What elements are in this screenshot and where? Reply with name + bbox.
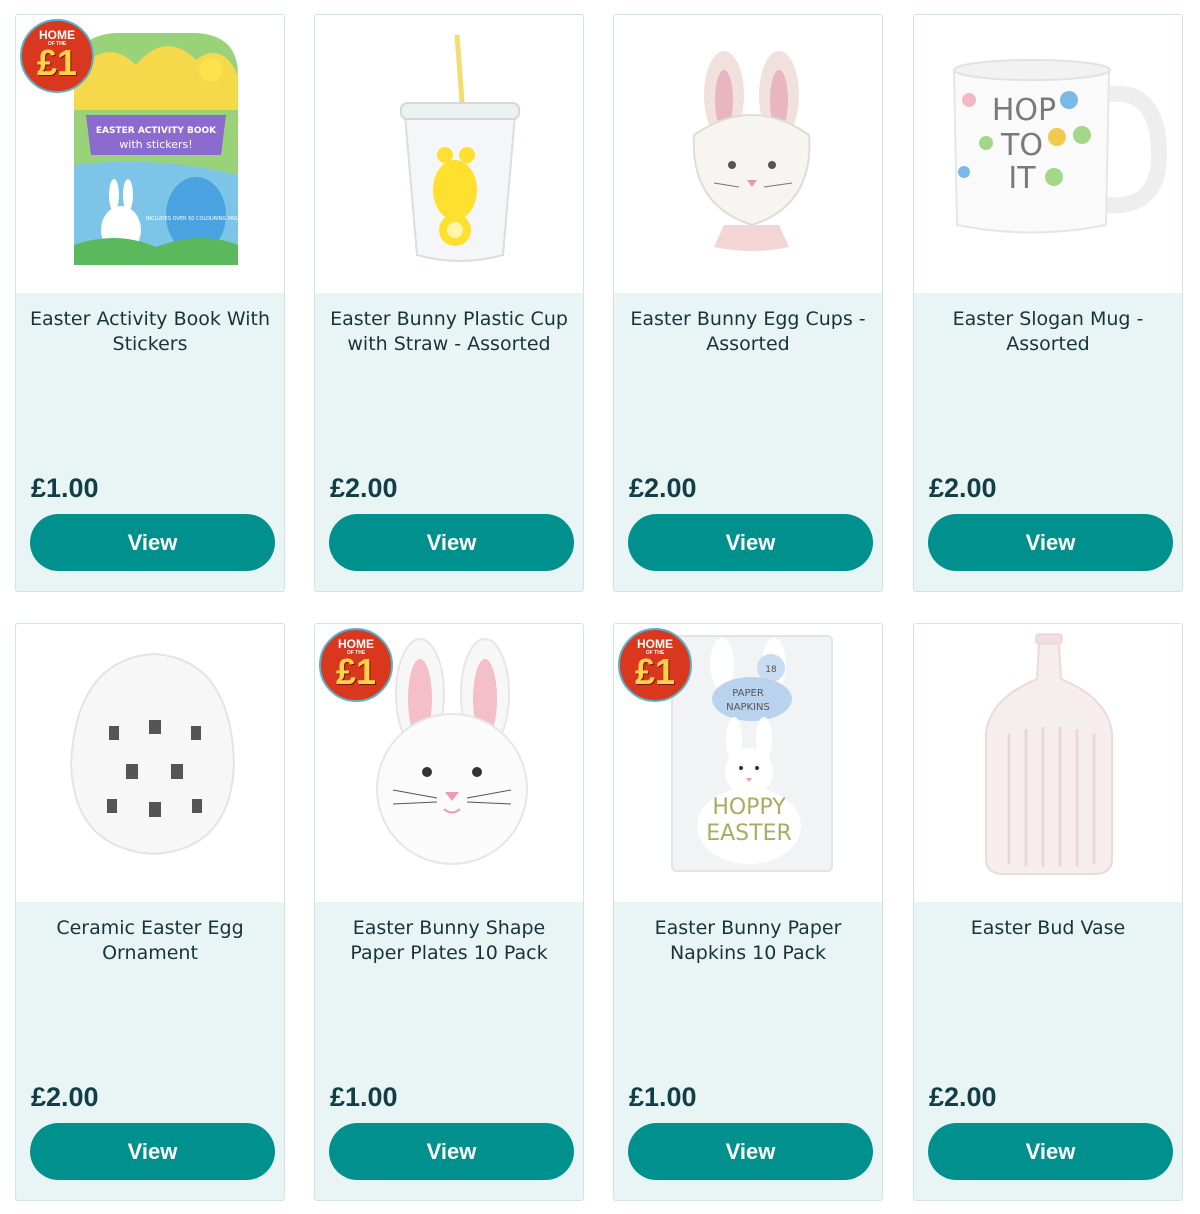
view-button[interactable]: View [30,514,275,571]
view-button[interactable]: View [628,514,873,571]
product-title[interactable]: Easter Activity Book With Stickers [28,307,272,357]
view-button[interactable]: View [928,514,1173,571]
product-image[interactable] [16,624,284,902]
product-title[interactable]: Easter Bunny Egg Cups - Assorted [626,307,870,357]
napkin-count-text: 18 [765,665,777,675]
product-price: £1.00 [629,1082,697,1112]
product-price: £2.00 [929,1082,997,1112]
product-card[interactable]: Easter Bunny Plastic Cup with Straw - As… [314,14,584,592]
book-subtitle-text: with stickers! [119,138,192,151]
product-image[interactable]: HOP TO IT [914,15,1182,293]
view-button[interactable]: View [329,514,574,571]
product-image[interactable] [614,15,882,293]
home-of-the-pound-badge: HOME OF THE £1 [617,627,693,703]
product-price: £2.00 [929,473,997,503]
product-title[interactable]: Easter Bunny Paper Napkins 10 Pack [626,916,870,966]
product-title[interactable]: Easter Bunny Shape Paper Plates 10 Pack [327,916,571,966]
product-card[interactable]: EASTER ACTIVITY BOOK with stickers! INCL… [15,14,285,592]
product-image[interactable] [315,15,583,293]
book-pages-text: INCLUDES OVER 50 COLOURING PAGES! [146,216,246,222]
mug-slogan-it: IT [1008,161,1036,196]
product-price: £2.00 [31,1082,99,1112]
mug-slogan-hop: HOP [992,93,1056,128]
home-of-the-pound-badge: HOME OF THE £1 [318,627,394,703]
book-title-text: EASTER ACTIVITY BOOK [96,126,217,136]
product-image[interactable]: EASTER ACTIVITY BOOK with stickers! INCL… [16,15,284,293]
napkin-label-easter: EASTER [706,821,792,846]
view-button[interactable]: View [329,1123,574,1180]
product-price: £2.00 [330,473,398,503]
product-card[interactable]: Easter Bud Vase £2.00 View [913,623,1183,1201]
product-image[interactable]: 18 PAPER NAPKINS HOPPY EASTER HOME OF TH… [614,624,882,902]
view-button[interactable]: View [928,1123,1173,1180]
product-card[interactable]: 18 PAPER NAPKINS HOPPY EASTER HOME OF TH… [613,623,883,1201]
product-card[interactable]: Ceramic Easter Egg Ornament £2.00 View [15,623,285,1201]
product-card[interactable]: Easter Bunny Egg Cups - Assorted £2.00 V… [613,14,883,592]
product-price: £2.00 [629,473,697,503]
product-image[interactable]: HOME OF THE £1 [315,624,583,902]
product-price: £1.00 [330,1082,398,1112]
product-image[interactable] [914,624,1182,902]
product-title[interactable]: Easter Bud Vase [926,916,1170,941]
product-title[interactable]: Easter Bunny Plastic Cup with Straw - As… [327,307,571,357]
view-button[interactable]: View [30,1123,275,1180]
product-card[interactable]: HOP TO IT Easter Slogan Mug - Assorted £… [913,14,1183,592]
product-title[interactable]: Easter Slogan Mug - Assorted [926,307,1170,357]
napkin-label-napkins: NAPKINS [726,702,770,713]
product-title[interactable]: Ceramic Easter Egg Ornament [28,916,272,966]
mug-slogan-to: TO [1000,128,1043,163]
napkin-label-paper: PAPER [732,688,764,699]
product-card[interactable]: HOME OF THE £1 Easter Bunny Shape Paper … [314,623,584,1201]
napkin-label-hoppy: HOPPY [712,795,786,820]
view-button[interactable]: View [628,1123,873,1180]
home-of-the-pound-badge: HOME OF THE £1 [19,18,95,94]
product-price: £1.00 [31,473,99,503]
